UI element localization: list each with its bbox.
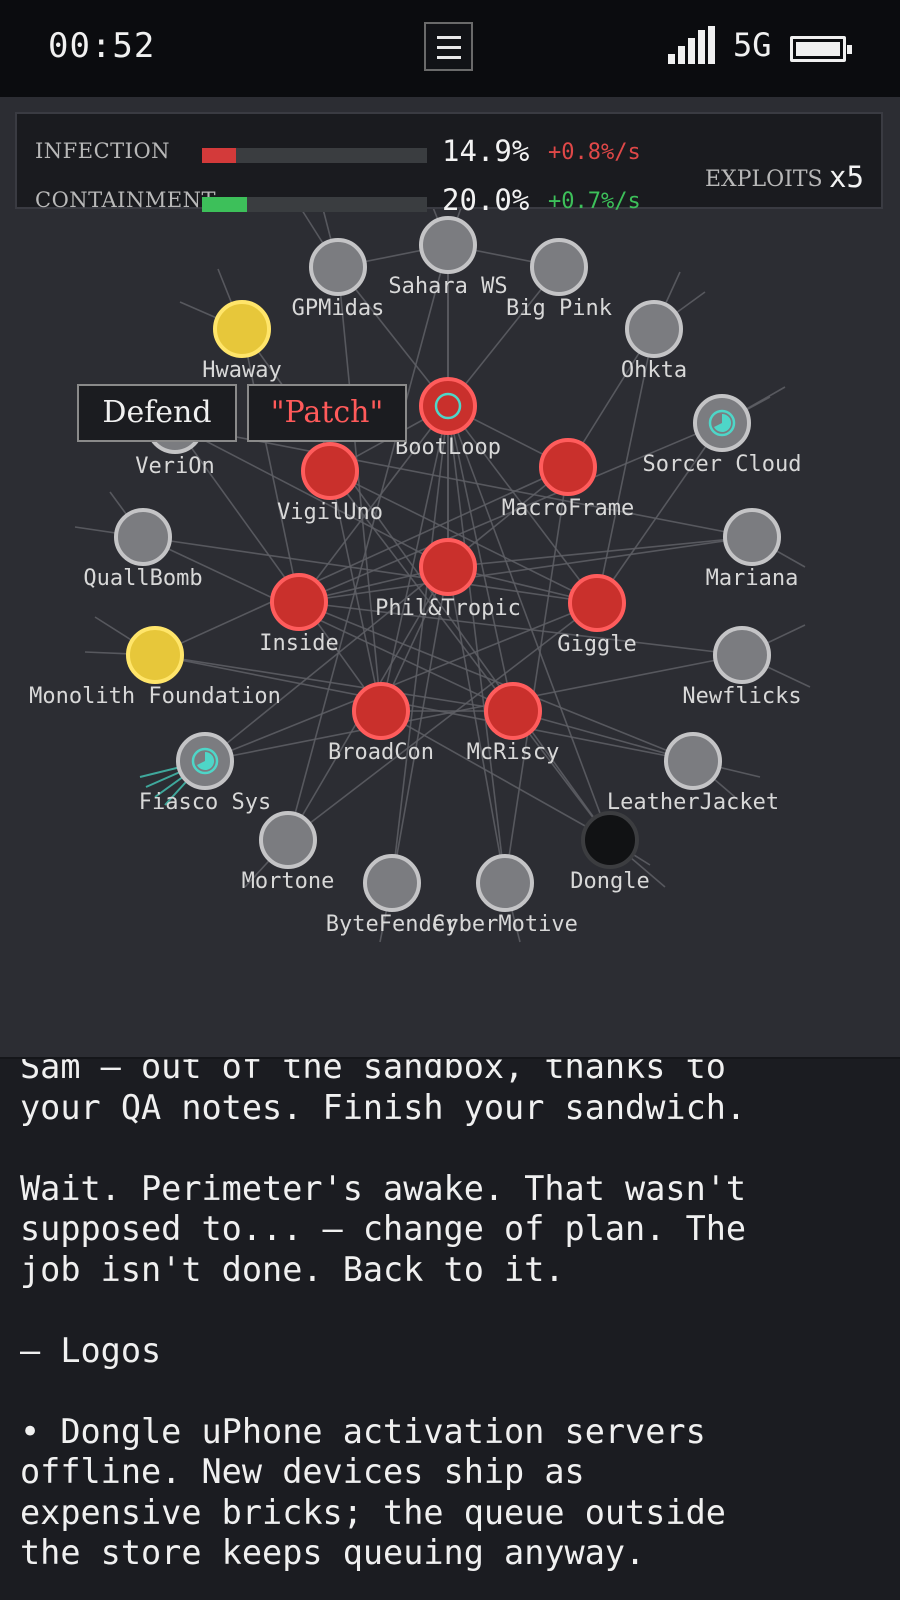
node-label: QuallBomb — [83, 566, 202, 591]
node-circle[interactable] — [581, 811, 639, 869]
defend-button[interactable]: Defend — [77, 384, 237, 442]
node-label: Mortone — [242, 869, 335, 894]
node-label: Inside — [259, 631, 338, 656]
node-mortone[interactable]: Mortone — [242, 811, 335, 894]
node-sahara[interactable]: Sahara WS — [388, 216, 508, 299]
node-label: Phil&Tropic — [375, 596, 521, 621]
node-fiasco[interactable]: Fiasco Sys — [139, 732, 271, 815]
infection-percent: 14.9% — [442, 134, 530, 168]
node-label: McRiscy — [467, 740, 560, 765]
node-sorcer[interactable]: Sorcer Cloud — [643, 394, 802, 477]
node-newflicks[interactable]: Newflicks — [682, 626, 802, 709]
network-link — [447, 405, 506, 884]
network-link — [204, 602, 598, 762]
node-circle[interactable] — [114, 508, 172, 566]
node-circle[interactable] — [419, 538, 477, 596]
node-circle[interactable] — [213, 300, 271, 358]
exploits-label: EXPLOITS — [705, 167, 823, 192]
node-inside[interactable]: Inside — [259, 573, 339, 656]
node-label: VeriOn — [135, 454, 214, 479]
node-label: MacroFrame — [502, 496, 634, 521]
patch-button[interactable]: "Patch" — [247, 384, 407, 442]
node-gpmidas[interactable]: GPMidas — [292, 238, 385, 321]
node-circle[interactable] — [476, 854, 534, 912]
node-circle[interactable] — [625, 300, 683, 358]
node-mariana[interactable]: Mariana — [706, 508, 799, 591]
clock: 00:52 — [48, 26, 156, 66]
node-circle[interactable] — [309, 238, 367, 296]
story-text: Sam — out of the sandbox, thanks to your… — [20, 1059, 747, 1572]
infection-bar-fill — [202, 148, 236, 163]
infection-label: INFECTION — [35, 139, 171, 163]
node-circle[interactable] — [270, 573, 328, 631]
containment-label: CONTAINMENT — [35, 188, 217, 212]
node-label: Dongle — [570, 869, 649, 894]
node-cybermotive[interactable]: CyberMotive — [432, 854, 578, 937]
node-label: Big Pink — [506, 296, 612, 321]
node-circle[interactable] — [259, 811, 317, 869]
node-label: CyberMotive — [432, 912, 578, 937]
node-circle[interactable] — [539, 438, 597, 496]
exploits-count: x5 — [829, 160, 864, 194]
hamburger-menu-icon[interactable] — [424, 22, 473, 71]
network-type: 5G — [733, 26, 772, 64]
node-label: GPMidas — [292, 296, 385, 321]
node-label: VigilUno — [277, 500, 383, 525]
node-label: Sahara WS — [388, 274, 507, 299]
node-label: Hwaway — [202, 358, 281, 383]
node-circle[interactable] — [301, 442, 359, 500]
node-label: Mariana — [706, 566, 799, 591]
node-label: Sorcer Cloud — [643, 452, 802, 477]
containment-bar — [202, 197, 427, 212]
story-log[interactable]: Sam — out of the sandbox, thanks to your… — [0, 1059, 900, 1600]
signal-bars-icon — [668, 26, 718, 64]
node-label: Fiasco Sys — [139, 790, 271, 815]
node-circle[interactable] — [713, 626, 771, 684]
node-circle[interactable] — [664, 732, 722, 790]
node-label: Ohkta — [621, 358, 687, 383]
node-circle[interactable] — [484, 682, 542, 740]
node-label: Newflicks — [682, 684, 801, 709]
status-bar: 00:52 5G — [0, 0, 900, 97]
node-bigpink[interactable]: Big Pink — [506, 238, 612, 321]
network-link — [504, 466, 569, 884]
hud-panel: INFECTION 14.9% +0.8%/s CONTAINMENT 20.0… — [15, 112, 883, 217]
graph-nodes: GPMidasSahara WSBig Pink Hwaway Ohkta VeriO… — [29, 216, 802, 937]
network-graph[interactable]: GPMidasSahara WSBig Pink Hwaway Ohkta VeriO… — [0, 97, 900, 1059]
node-circle[interactable] — [419, 377, 477, 435]
containment-bar-fill — [202, 197, 247, 212]
node-circle[interactable] — [363, 854, 421, 912]
node-circle[interactable] — [568, 574, 626, 632]
node-circle[interactable] — [723, 508, 781, 566]
node-circle[interactable] — [530, 238, 588, 296]
node-label: LeatherJacket — [607, 790, 779, 815]
infection-rate: +0.8%/s — [548, 140, 641, 165]
node-quallbomb[interactable]: QuallBomb — [83, 508, 203, 591]
containment-percent: 20.0% — [442, 183, 530, 217]
node-ohkta[interactable]: Ohkta — [621, 300, 687, 383]
node-label: BootLoop — [395, 435, 501, 460]
node-hwaway[interactable]: Hwaway — [202, 300, 282, 383]
node-leatherjacket[interactable]: LeatherJacket — [607, 732, 779, 815]
node-philtropic[interactable]: Phil&Tropic — [375, 538, 521, 621]
node-circle[interactable] — [126, 626, 184, 684]
node-label: BroadCon — [328, 740, 434, 765]
node-circle[interactable] — [419, 216, 477, 274]
node-macroframe[interactable]: MacroFrame — [502, 438, 634, 521]
network-link — [391, 405, 449, 884]
node-giggle[interactable]: Giggle — [557, 574, 637, 657]
node-label: Giggle — [557, 632, 636, 657]
containment-rate: +0.7%/s — [548, 189, 641, 214]
node-circle[interactable] — [352, 682, 410, 740]
node-label: Monolith Foundation — [29, 684, 281, 709]
node-bootloop[interactable]: BootLoop — [395, 377, 501, 460]
infection-bar — [202, 148, 427, 163]
battery-full-icon — [790, 36, 852, 62]
node-vigiluno[interactable]: VigilUno — [277, 442, 383, 525]
